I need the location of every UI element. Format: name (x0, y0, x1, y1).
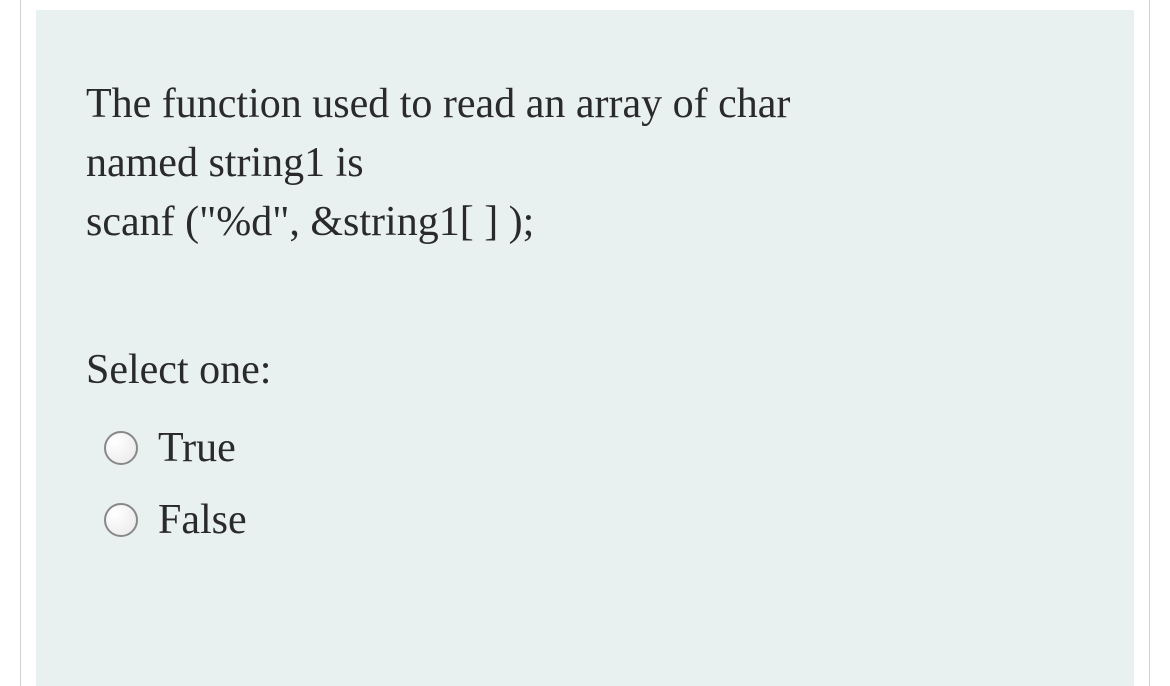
option-false[interactable]: False (104, 496, 1084, 544)
question-line-2: named string1 is (86, 134, 1084, 193)
question-container: The function used to read an array of ch… (20, 0, 1150, 686)
option-true[interactable]: True (104, 424, 1084, 472)
question-text: The function used to read an array of ch… (86, 75, 1084, 251)
question-line-3: scanf ("%d", &string1[ ] ); (86, 193, 1084, 252)
radio-icon (104, 431, 138, 465)
option-false-label: False (158, 496, 247, 544)
question-panel: The function used to read an array of ch… (36, 10, 1134, 686)
select-one-label: Select one: (86, 346, 1084, 394)
option-true-label: True (158, 424, 236, 472)
radio-icon (104, 503, 138, 537)
question-line-1: The function used to read an array of ch… (86, 75, 1084, 134)
